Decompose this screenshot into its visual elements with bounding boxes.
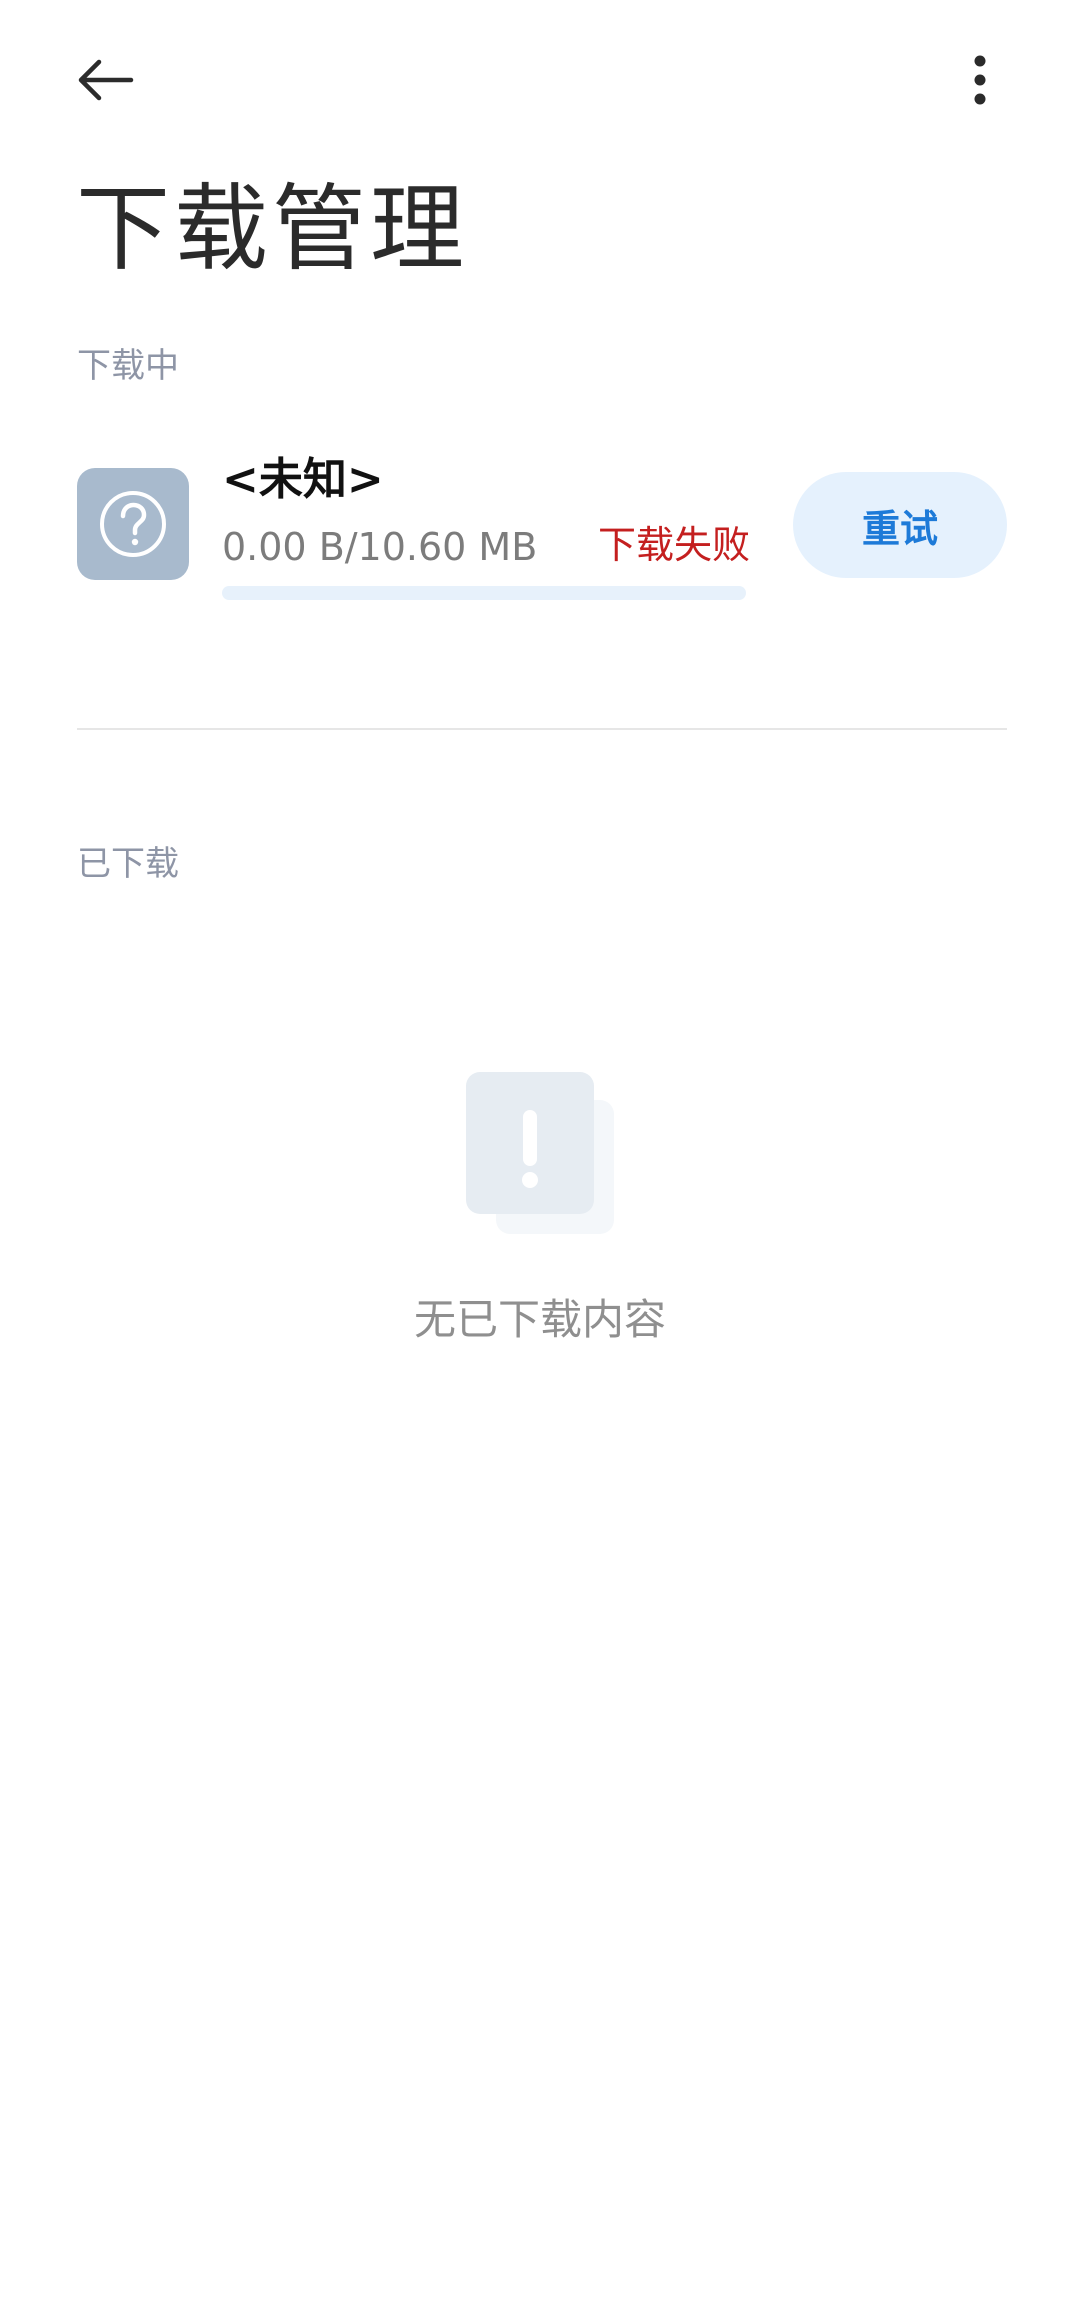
empty-warning-icon [466,1072,614,1234]
question-mark-icon [100,491,166,557]
empty-state-illustration [466,1072,616,1236]
section-divider [77,728,1007,730]
page-title: 下载管理 [76,175,469,284]
more-options-button[interactable] [940,40,1020,120]
empty-state-text: 无已下载内容 [413,1295,666,1344]
more-vertical-icon [974,55,986,105]
file-type-icon [77,468,189,580]
file-size: 0.00 B/10.60 MB [222,525,538,569]
back-button[interactable] [60,40,150,120]
section-label-downloading: 下载中 [77,346,179,386]
arrow-left-icon [78,59,134,101]
section-label-downloaded: 已下载 [77,844,179,884]
progress-bar [222,586,746,600]
retry-button[interactable]: 重试 [793,472,1007,578]
file-name: <未知> [222,454,384,505]
download-status: 下载失败 [598,523,751,567]
